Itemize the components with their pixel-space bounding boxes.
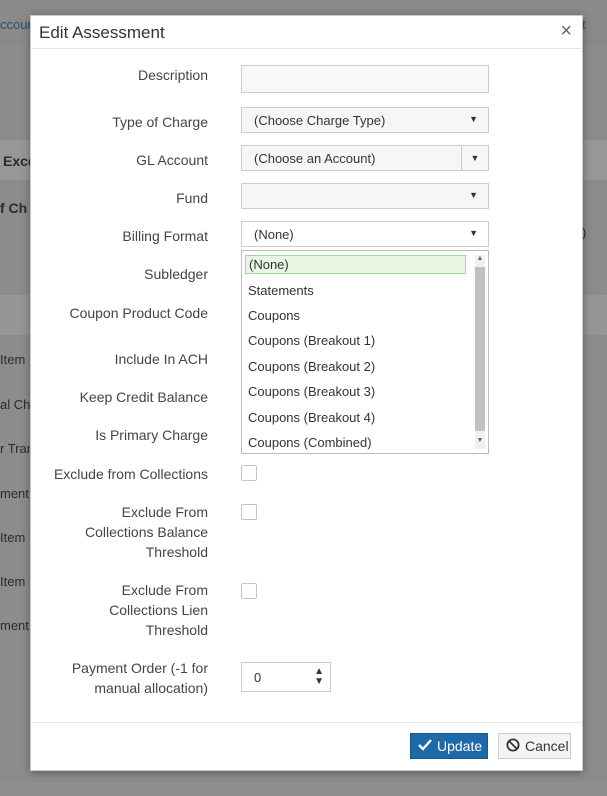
dropdown-option[interactable]: Coupons (Breakout 3) xyxy=(248,384,375,399)
subledger-label: Subledger xyxy=(144,266,208,282)
gl-account-select[interactable]: (Choose an Account) ▼ xyxy=(241,145,489,171)
billing-format-dropdown: (None) Statements Coupons Coupons (Break… xyxy=(241,250,489,454)
bg-row: r Tran xyxy=(0,441,34,456)
dropdown-option[interactable]: Coupons xyxy=(248,308,300,323)
bg-heading: f Ch xyxy=(0,200,28,216)
is-primary-charge-label: Is Primary Charge xyxy=(95,427,208,443)
type-of-charge-value: (Choose Charge Type) xyxy=(254,113,386,128)
bg-row: ment xyxy=(0,618,29,633)
exclude-balance-threshold-label: Exclude From Collections Balance Thresho… xyxy=(85,504,208,560)
dialog-title: Edit Assessment xyxy=(39,23,165,42)
dropdown-scrollbar[interactable]: ▲ ▼ xyxy=(475,255,485,449)
exclude-lien-threshold-checkbox[interactable] xyxy=(241,583,257,599)
dropdown-option[interactable]: Statements xyxy=(248,283,314,298)
keep-credit-balance-label: Keep Credit Balance xyxy=(79,389,208,405)
fund-select[interactable]: ▼ xyxy=(241,183,489,209)
dropdown-option[interactable]: Coupons (Breakout 4) xyxy=(248,410,375,425)
caret-down-icon: ▼ xyxy=(461,146,488,170)
dropdown-option[interactable]: Coupons (Combined) xyxy=(248,435,372,450)
dropdown-option-none[interactable]: (None) xyxy=(245,255,466,274)
scroll-up-icon[interactable]: ▲ xyxy=(475,255,485,262)
caret-down-icon: ▼ xyxy=(469,228,478,238)
payment-order-label: Payment Order (-1 for manual allocation) xyxy=(71,660,208,696)
type-of-charge-select[interactable]: (Choose Charge Type) ▼ xyxy=(241,107,489,133)
gl-account-value: (Choose an Account) xyxy=(254,151,376,166)
decrement-icon[interactable]: ▼ xyxy=(314,677,324,687)
bg-row: ment xyxy=(0,486,29,501)
scroll-down-icon[interactable]: ▼ xyxy=(475,437,485,444)
exclude-from-collections-checkbox[interactable] xyxy=(241,465,257,481)
exclude-balance-threshold-checkbox[interactable] xyxy=(241,504,257,520)
stepper-arrows[interactable]: ▲ ▼ xyxy=(314,667,324,687)
gl-account-label: GL Account xyxy=(136,152,208,168)
scrollbar-thumb[interactable] xyxy=(475,267,485,431)
payment-order-value: 0 xyxy=(254,670,262,685)
dialog-header: Edit Assessment × xyxy=(31,16,582,49)
ban-icon xyxy=(506,738,520,755)
update-label: Update xyxy=(437,738,483,754)
check-icon xyxy=(418,738,432,754)
caret-down-icon: ▼ xyxy=(469,114,478,124)
type-of-charge-label: Type of Charge xyxy=(112,114,208,130)
dropdown-option[interactable]: Coupons (Breakout 2) xyxy=(248,359,375,374)
bg-row: Item xyxy=(0,530,26,545)
cancel-label: Cancel xyxy=(525,738,569,754)
bg-row: Item xyxy=(0,574,26,589)
caret-down-icon: ▼ xyxy=(469,190,478,200)
bg-row: Item xyxy=(0,352,26,367)
dropdown-option[interactable]: Coupons (Breakout 1) xyxy=(248,333,375,348)
billing-format-select[interactable]: (None) ▼ xyxy=(241,221,489,247)
exclude-lien-threshold-label: Exclude From Collections Lien Threshold xyxy=(109,582,208,638)
coupon-product-code-label: Coupon Product Code xyxy=(69,305,208,321)
cancel-button[interactable]: Cancel xyxy=(498,733,571,759)
description-label: Description xyxy=(137,67,208,83)
edit-assessment-dialog: Edit Assessment × Description Type of Ch… xyxy=(30,15,583,771)
update-button[interactable]: Update xyxy=(410,733,488,759)
exclude-from-collections-label: Exclude from Collections xyxy=(53,466,208,482)
billing-format-label: Billing Format xyxy=(122,228,208,244)
description-input[interactable] xyxy=(241,65,489,93)
billing-format-value: (None) xyxy=(254,227,294,242)
close-icon[interactable]: × xyxy=(560,20,572,43)
include-in-ach-label: Include In ACH xyxy=(114,351,208,367)
fund-label: Fund xyxy=(176,190,208,206)
payment-order-stepper[interactable]: 0 ▲ ▼ xyxy=(241,662,331,692)
